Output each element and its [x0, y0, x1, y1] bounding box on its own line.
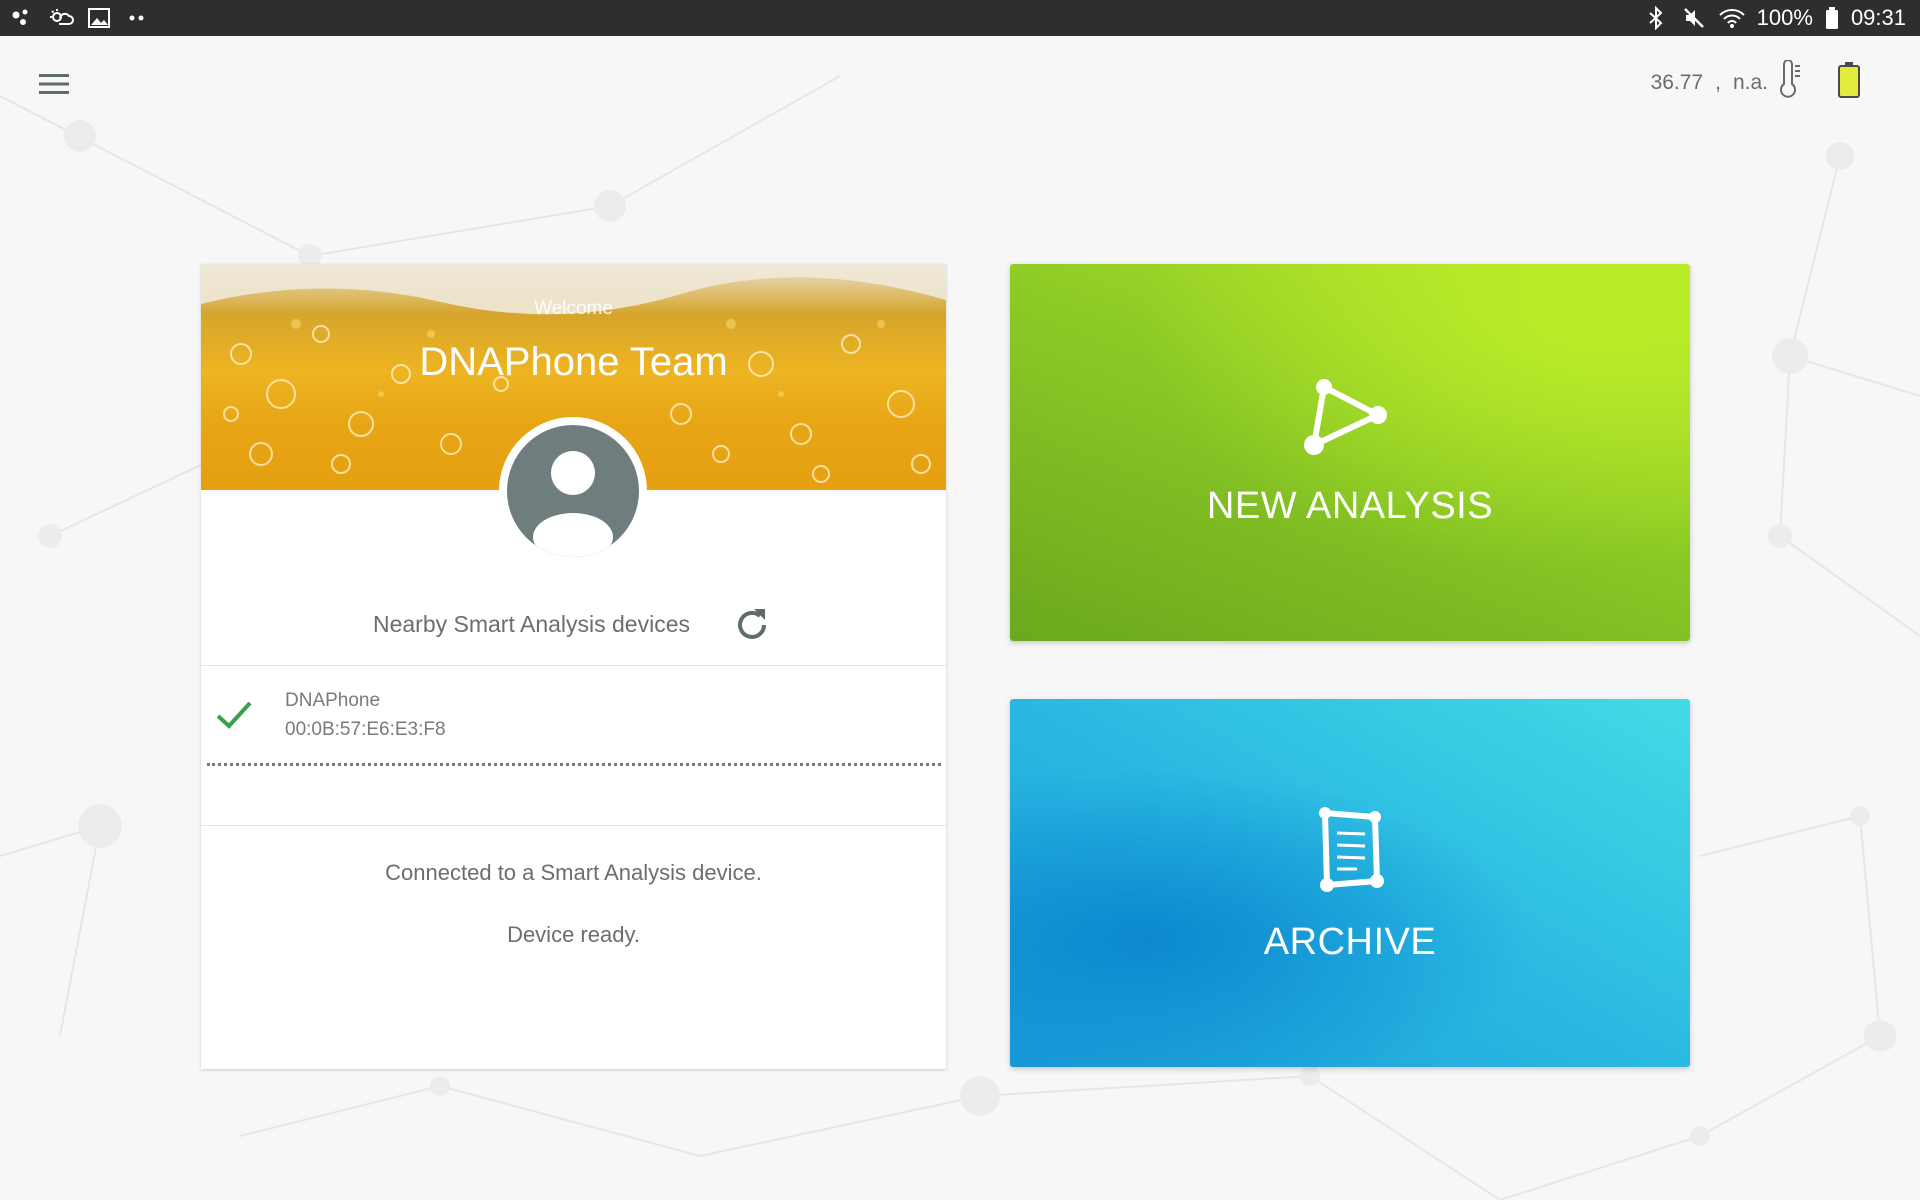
more-dots-icon	[124, 5, 150, 31]
device-ready-message: Device ready.	[507, 922, 640, 947]
sensor-readout: 36.77 , n.a.	[1651, 58, 1860, 108]
battery-percent: 100%	[1756, 5, 1813, 30]
nearby-devices-label: Nearby Smart Analysis devices	[372, 611, 690, 637]
device-name: DNAPhone	[285, 690, 381, 711]
avatar[interactable]	[499, 417, 647, 565]
notification-dots-icon	[10, 5, 36, 31]
user-name: DNAPhone Team	[419, 340, 728, 384]
section-divider	[201, 825, 946, 826]
app-screen: 100% 09:31 36.77 , n.a. Welcome DNAPhone…	[0, 0, 1920, 1200]
connection-message: Connected to a Smart Analysis device.	[385, 860, 762, 885]
readout-separator: ,	[1715, 71, 1721, 94]
wifi-icon	[1718, 5, 1745, 31]
hamburger-menu-button[interactable]	[30, 62, 78, 106]
hamburger-menu-icon	[39, 74, 69, 94]
temperature-value: 36.77	[1650, 71, 1704, 94]
archive-label: ARCHIVE	[1263, 920, 1437, 963]
user-avatar-icon	[507, 425, 639, 557]
new-analysis-button[interactable]: NEW ANALYSIS	[1010, 264, 1690, 641]
triangle-nodes-icon	[1304, 379, 1387, 455]
thermometer-icon	[1778, 59, 1802, 106]
device-battery-icon	[1838, 62, 1860, 104]
status-battery-icon	[1825, 5, 1839, 31]
new-analysis-label: NEW ANALYSIS	[1206, 485, 1494, 527]
clock: 09:31	[1850, 5, 1906, 30]
status-bar-right: 100% 09:31	[1643, 5, 1906, 31]
bluetooth-icon	[1643, 5, 1669, 31]
system-status-bar: 100% 09:31	[0, 0, 1920, 36]
weather-icon	[48, 5, 74, 31]
device-info: DNAPhone 00:0B:57:E6:E3:F8	[285, 686, 446, 744]
device-list-item[interactable]: DNAPhone 00:0B:57:E6:E3:F8	[201, 667, 946, 763]
device-address: 00:0B:57:E6:E3:F8	[285, 719, 446, 740]
status-bar-left	[10, 5, 150, 31]
sensor-status: n.a.	[1732, 71, 1768, 94]
archive-button[interactable]: ARCHIVE	[1010, 699, 1690, 1067]
profile-card: Welcome DNAPhone Team Nearby Smart Analy…	[201, 264, 946, 1069]
welcome-text: Welcome	[534, 298, 613, 319]
gallery-icon	[86, 5, 112, 31]
refresh-button[interactable]	[730, 603, 774, 647]
mute-icon	[1681, 5, 1707, 31]
check-icon	[201, 700, 271, 730]
dotted-divider	[207, 763, 941, 767]
nearby-devices-header: Nearby Smart Analysis devices	[201, 584, 946, 666]
refresh-icon	[738, 608, 766, 639]
document-icon	[1319, 806, 1384, 892]
